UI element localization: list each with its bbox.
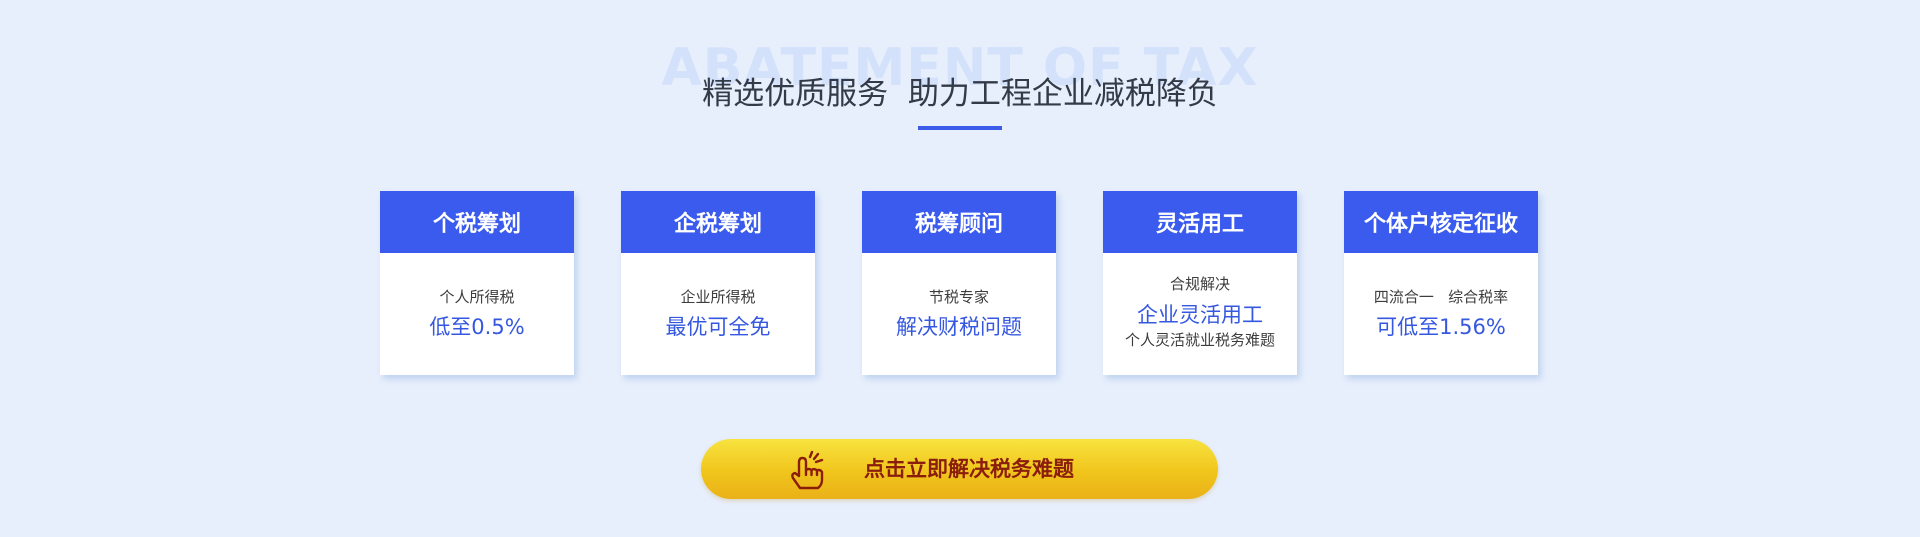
card-subtitle: 企业所得税: [680, 288, 756, 306]
service-card-corporate-tax[interactable]: 企税筹划 企业所得税 最优可全免: [621, 191, 815, 375]
card-title: 灵活用工: [1103, 191, 1297, 253]
card-highlight: 企业灵活用工: [1137, 303, 1263, 327]
solve-tax-problem-button[interactable]: 点击立即解决税务难题: [701, 439, 1218, 499]
service-card-flexible-employment[interactable]: 灵活用工 合规解决 企业灵活用工 个人灵活就业税务难题: [1103, 191, 1297, 375]
section-headline: 精选优质服务 助力工程企业减税降负: [702, 76, 1218, 112]
card-highlight: 低至0.5%: [429, 315, 525, 339]
service-card-sole-proprietor[interactable]: 个体户核定征收 四流合一 综合税率 可低至1.56%: [1344, 191, 1538, 375]
headline-underline: [918, 126, 1002, 130]
card-subtitle: 节税专家: [928, 288, 989, 306]
card-title: 个体户核定征收: [1344, 191, 1538, 253]
card-subtitle: 个人所得税: [439, 288, 515, 306]
card-highlight: 解决财税问题: [896, 315, 1022, 339]
pointing-hand-icon: [791, 450, 824, 490]
card-note: 个人灵活就业税务难题: [1124, 331, 1275, 349]
service-card-tax-advisor[interactable]: 税筹顾问 节税专家 解决财税问题: [862, 191, 1056, 375]
service-card-personal-tax[interactable]: 个税筹划 个人所得税 低至0.5%: [380, 191, 574, 375]
card-highlight: 可低至1.56%: [1376, 315, 1506, 339]
card-highlight: 最优可全免: [665, 315, 771, 339]
card-subtitle: 四流合一 综合税率: [1373, 288, 1509, 306]
card-title: 个税筹划: [380, 191, 574, 253]
cta-label: 点击立即解决税务难题: [864, 457, 1074, 481]
card-subtitle: 合规解决: [1169, 275, 1230, 293]
card-title: 税筹顾问: [862, 191, 1056, 253]
card-title: 企税筹划: [621, 191, 815, 253]
